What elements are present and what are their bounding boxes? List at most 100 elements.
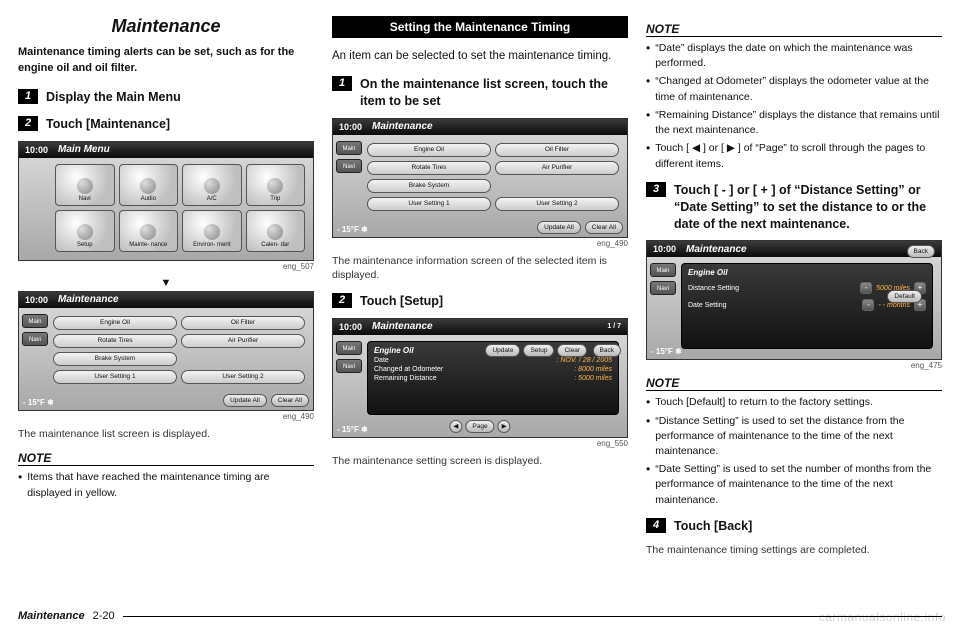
- cell-icon: [267, 178, 283, 194]
- image-caption: eng_490: [332, 239, 628, 248]
- list-item[interactable]: Engine Oil: [367, 143, 491, 157]
- clear-all-button[interactable]: Clear All: [585, 221, 623, 234]
- back-button[interactable]: Back: [907, 245, 935, 258]
- side-button-main[interactable]: Main: [336, 141, 362, 155]
- step-2-number: 2: [332, 293, 352, 308]
- list-item[interactable]: Oil Filter: [495, 143, 619, 157]
- section-intro: An item can be selected to set the maint…: [332, 48, 628, 66]
- list-item[interactable]: Brake System: [53, 352, 177, 366]
- cell-label: Mainte- nance: [129, 242, 167, 248]
- footer-title: Maintenance: [18, 610, 85, 622]
- section-heading: Setting the Maintenance Timing: [332, 16, 628, 38]
- down-arrow-icon: ▼: [18, 277, 314, 289]
- intro-text: Maintenance timing alerts can be set, su…: [18, 45, 314, 77]
- after-list-text: The maintenance list screen is displayed…: [18, 427, 314, 442]
- column-1: Maintenance Maintenance timing alerts ca…: [18, 16, 314, 582]
- watermark: carmanualsonline.info: [819, 610, 946, 624]
- side-button-navi[interactable]: Navi: [650, 281, 676, 295]
- note-item: “Changed at Odometer” displays the odome…: [655, 74, 942, 104]
- shot-time: 10:00: [653, 244, 676, 254]
- setup-button[interactable]: Setup: [523, 344, 554, 357]
- side-button-main[interactable]: Main: [650, 263, 676, 277]
- shot-title: Maintenance: [372, 121, 433, 132]
- list-item[interactable]: User Setting 2: [495, 197, 619, 211]
- shot-time: 10:00: [339, 322, 362, 332]
- step-1: 1 On the maintenance list screen, touch …: [332, 76, 628, 110]
- screenshot-main-menu: 10:00 Main Menu Navi Audio A/C Trip Setu…: [18, 141, 314, 261]
- page-footer: Maintenance 2-20: [18, 610, 942, 622]
- shot-time: 10:00: [339, 122, 362, 132]
- clear-button[interactable]: Clear: [557, 344, 587, 357]
- date-setting-label: Date Setting: [688, 302, 727, 309]
- note-heading: NOTE: [18, 451, 314, 466]
- list-item[interactable]: Oil Filter: [181, 316, 305, 330]
- temperature-label: - 15°F ❄: [651, 347, 682, 356]
- image-caption: eng_550: [332, 439, 628, 448]
- menu-cell[interactable]: Setup: [55, 210, 115, 252]
- maintenance-list-grid: Engine Oil Oil Filter Rotate Tires Air P…: [53, 316, 305, 390]
- list-item[interactable]: Air Purifier: [495, 161, 619, 175]
- column-2: Setting the Maintenance Timing An item c…: [332, 16, 628, 582]
- cell-label: Setup: [77, 242, 93, 248]
- update-all-button[interactable]: Update All: [537, 221, 581, 234]
- page-next-icon[interactable]: ▶: [498, 420, 511, 433]
- distance-setting-label: Distance Setting: [688, 285, 739, 292]
- cell-label: Environ- ment: [193, 242, 230, 248]
- cell-label: A/C: [207, 196, 217, 202]
- row-label: Remaining Distance: [374, 375, 437, 382]
- side-button-main[interactable]: Main: [336, 341, 362, 355]
- menu-cell[interactable]: A/C: [182, 164, 242, 206]
- side-button-navi[interactable]: Navi: [336, 359, 362, 373]
- cell-icon: [204, 178, 220, 194]
- image-caption: eng_475: [646, 361, 942, 370]
- screenshot-maintenance-list-2: 10:00 Maintenance Main Navi Engine Oil O…: [332, 118, 628, 238]
- step-1-text: Display the Main Menu: [46, 89, 314, 106]
- step-3: 3 Touch [ - ] or [ + ] of “Distance Sett…: [646, 182, 942, 233]
- cell-label: Trip: [270, 196, 280, 202]
- update-button[interactable]: Update: [485, 344, 520, 357]
- step-2-number: 2: [18, 116, 38, 131]
- minus-button[interactable]: -: [860, 282, 872, 294]
- note-item: “Date Setting” is used to set the number…: [655, 462, 942, 508]
- temperature-label: - 15°F ❄: [337, 225, 368, 234]
- menu-cell[interactable]: Mainte- nance: [119, 210, 179, 252]
- list-item[interactable]: User Setting 1: [367, 197, 491, 211]
- menu-cell[interactable]: Trip: [246, 164, 306, 206]
- note-list-1: “Date” displays the date on which the ma…: [646, 41, 942, 172]
- list-item[interactable]: Rotate Tires: [53, 334, 177, 348]
- default-button[interactable]: Default: [887, 290, 922, 303]
- side-button-navi[interactable]: Navi: [22, 332, 48, 346]
- cell-icon: [77, 224, 93, 240]
- list-item[interactable]: Rotate Tires: [367, 161, 491, 175]
- menu-cell[interactable]: Environ- ment: [182, 210, 242, 252]
- list-item[interactable]: Engine Oil: [53, 316, 177, 330]
- menu-cell[interactable]: Navi: [55, 164, 115, 206]
- step-1-number: 1: [18, 89, 38, 104]
- back-button[interactable]: Back: [593, 344, 621, 357]
- cell-icon: [77, 178, 93, 194]
- menu-cell[interactable]: Calen- dar: [246, 210, 306, 252]
- step-1-number: 1: [332, 76, 352, 91]
- note-item: “Remaining Distance” displays the distan…: [655, 108, 942, 138]
- side-button-main[interactable]: Main: [22, 314, 48, 328]
- list-item[interactable]: Brake System: [367, 179, 491, 193]
- list-item[interactable]: Air Purifier: [181, 334, 305, 348]
- shot-time: 10:00: [25, 295, 48, 305]
- shot-title: Maintenance: [58, 294, 119, 305]
- clear-all-button[interactable]: Clear All: [271, 394, 309, 407]
- side-button-navi[interactable]: Navi: [336, 159, 362, 173]
- list-item[interactable]: User Setting 1: [53, 370, 177, 384]
- step-4-text: Touch [Back]: [674, 518, 942, 535]
- minus-button[interactable]: -: [862, 299, 874, 311]
- screenshot-maintenance-detail: 10:00 Maintenance 1 / 7 Main Navi Engine…: [332, 318, 628, 438]
- note-list-2: Touch [Default] to return to the factory…: [646, 395, 942, 508]
- row-label: Changed at Odometer: [374, 366, 443, 373]
- row-label: Date: [374, 357, 389, 364]
- page-prev-icon[interactable]: ◀: [449, 420, 462, 433]
- main-menu-grid: Navi Audio A/C Trip Setup Mainte- nance …: [55, 164, 305, 252]
- note-item: “Date” displays the date on which the ma…: [655, 41, 942, 71]
- update-all-button[interactable]: Update All: [223, 394, 267, 407]
- note-item: “Distance Setting” is used to set the di…: [655, 414, 942, 460]
- menu-cell[interactable]: Audio: [119, 164, 179, 206]
- list-item[interactable]: User Setting 2: [181, 370, 305, 384]
